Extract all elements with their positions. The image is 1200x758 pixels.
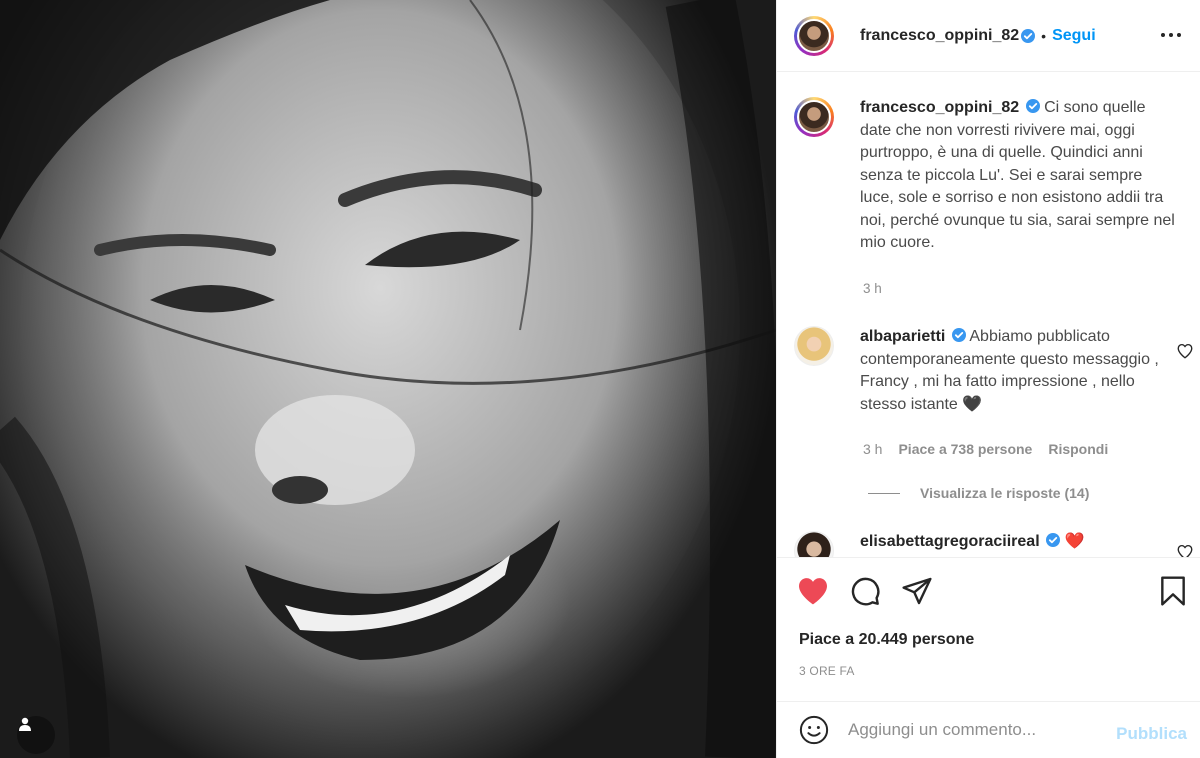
author-username[interactable]: francesco_oppini_82: [860, 27, 1019, 45]
post-photo[interactable]: [0, 0, 776, 758]
caption-body: Ci sono quelle date che non vorresti riv…: [860, 99, 1175, 251]
more-horizontal-icon: [1161, 33, 1181, 37]
follow-button[interactable]: Segui: [1052, 27, 1096, 45]
post-timestamp[interactable]: 3 ORE FA: [799, 664, 855, 678]
bookmark-icon: [1161, 576, 1185, 606]
post-actions: Piace a 20.449 persone 3 ORE FA: [777, 557, 1200, 701]
share-button[interactable]: [901, 575, 933, 607]
comment-meta: 3 h Piace a 738 persone Rispondi: [863, 441, 1108, 457]
comment-likes-count[interactable]: Piace a 738 persone: [898, 441, 1032, 457]
comment-body: ❤️: [1064, 533, 1085, 550]
comment-like-icon[interactable]: [1176, 543, 1194, 557]
commenter-avatar[interactable]: [794, 531, 834, 557]
comments-list[interactable]: francesco_oppini_82 Ci sono quelle date …: [777, 73, 1200, 557]
comment-text-block: albaparietti Abbiamo pubblicato contempo…: [860, 326, 1160, 416]
comment-like-icon[interactable]: [1176, 342, 1194, 360]
photo-artwork: [0, 0, 776, 758]
caption-text-block: francesco_oppini_82 Ci sono quelle date …: [860, 97, 1180, 255]
verified-badge-icon: [1021, 28, 1036, 43]
comment-text-block: elisabettagregoraciireal ❤️: [860, 531, 1084, 557]
heart-filled-icon: [799, 578, 827, 605]
user-tag-icon: [19, 717, 31, 731]
verified-badge-icon: [951, 328, 966, 342]
reply-button[interactable]: Rispondi: [1048, 441, 1108, 457]
comment-icon: [851, 577, 880, 606]
replies-divider: [868, 492, 900, 494]
comment-button[interactable]: [849, 575, 881, 607]
post-caption: francesco_oppini_82 Ci sono quelle date …: [794, 97, 1194, 255]
header-separator: •: [1041, 27, 1047, 44]
publish-button[interactable]: Pubblica: [1116, 724, 1187, 744]
emoji-button[interactable]: [798, 714, 830, 746]
comment-username[interactable]: albaparietti: [860, 328, 945, 345]
user-tag-button[interactable]: [17, 716, 55, 754]
comment-item: albaparietti Abbiamo pubblicato contempo…: [794, 326, 1200, 416]
commenter-avatar[interactable]: [794, 326, 834, 366]
more-options-button[interactable]: [1158, 22, 1184, 48]
comment-username[interactable]: elisabettagregoraciireal: [860, 533, 1040, 550]
send-icon: [902, 577, 932, 605]
save-button[interactable]: [1157, 575, 1189, 607]
comment-time[interactable]: 3 h: [863, 441, 882, 457]
author-avatar[interactable]: [794, 15, 834, 56]
post-likes-count[interactable]: Piace a 20.449 persone: [799, 631, 974, 649]
caption-time[interactable]: 3 h: [863, 281, 882, 296]
view-replies-label: Visualizza le risposte (14): [920, 485, 1090, 501]
add-comment-bar: Pubblica: [777, 701, 1200, 758]
verified-badge-icon: [1025, 99, 1040, 113]
caption-username[interactable]: francesco_oppini_82: [860, 99, 1019, 116]
caption-avatar[interactable]: [794, 97, 834, 137]
post-sidebar: francesco_oppini_82 • Segui francesco_op…: [776, 0, 1200, 758]
like-button[interactable]: [797, 575, 829, 607]
verified-badge-icon: [1046, 533, 1061, 547]
emoji-icon: [799, 715, 829, 745]
view-replies-button[interactable]: Visualizza le risposte (14): [868, 485, 1089, 501]
post-header: francesco_oppini_82 • Segui: [777, 0, 1200, 72]
comment-item: elisabettagregoraciireal ❤️: [794, 531, 1200, 557]
comment-input[interactable]: [848, 720, 1098, 740]
